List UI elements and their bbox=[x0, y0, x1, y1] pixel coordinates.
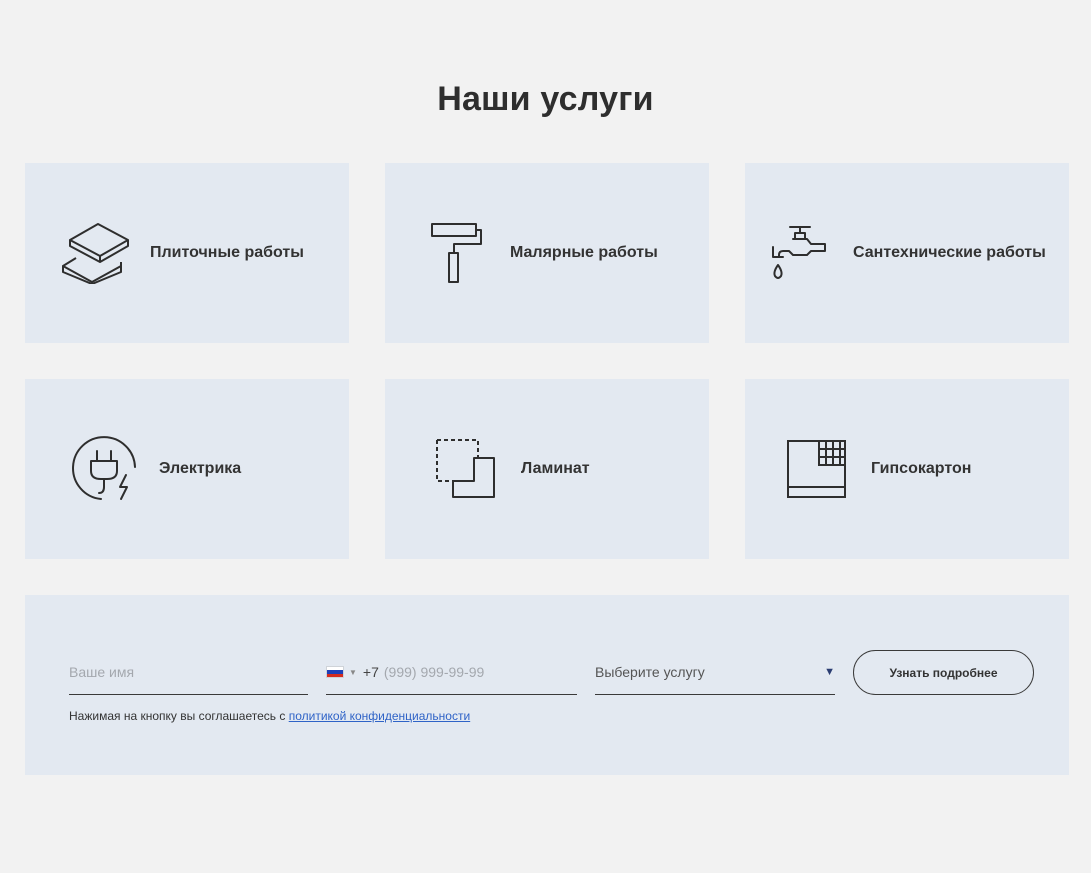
service-label: Малярные работы bbox=[510, 244, 658, 261]
tiles-icon bbox=[62, 223, 129, 284]
service-card-laminate[interactable]: Ламинат bbox=[385, 379, 709, 559]
service-card-plumbing[interactable]: Сантехнические работы bbox=[745, 163, 1069, 343]
phone-input[interactable] bbox=[383, 664, 577, 680]
service-card-electrical[interactable]: Электрика bbox=[25, 379, 349, 559]
consent-notice: Нажимая на кнопку вы соглашаетесь с поли… bbox=[69, 709, 470, 723]
service-label: Ламинат bbox=[521, 460, 590, 477]
service-card-tiles[interactable]: Плиточные работы bbox=[25, 163, 349, 343]
service-select-value: Выберите услугу bbox=[595, 664, 705, 680]
service-label: Плиточные работы bbox=[150, 244, 304, 261]
faucet-icon bbox=[772, 226, 826, 279]
submit-button[interactable]: Узнать подробнее bbox=[853, 650, 1034, 695]
service-card-painting[interactable]: Малярные работы bbox=[385, 163, 709, 343]
service-label: Электрика bbox=[159, 460, 242, 477]
drywall-icon bbox=[787, 440, 846, 498]
name-field-wrapper bbox=[69, 650, 308, 695]
country-dropdown-caret-icon[interactable]: ▼ bbox=[349, 668, 357, 677]
request-form: ▼ +7 Выберите услугу ▼ Узнать подробнее … bbox=[25, 595, 1069, 775]
service-select[interactable]: Выберите услугу ▼ bbox=[595, 650, 835, 695]
paint-roller-icon bbox=[431, 223, 482, 283]
russia-flag-icon[interactable] bbox=[326, 666, 344, 678]
electric-plug-icon bbox=[72, 436, 136, 500]
phone-field-wrapper: ▼ +7 bbox=[326, 650, 577, 695]
service-label: Сантехнические работы bbox=[853, 244, 1046, 261]
service-label: Гипсокартон bbox=[871, 460, 972, 477]
consent-text: Нажимая на кнопку вы соглашаетесь с bbox=[69, 709, 289, 723]
laminate-icon bbox=[436, 439, 495, 498]
page-title: Наши услуги bbox=[437, 80, 654, 118]
phone-country-code: +7 bbox=[362, 664, 379, 680]
name-input[interactable] bbox=[69, 664, 308, 680]
service-card-drywall[interactable]: Гипсокартон bbox=[745, 379, 1069, 559]
privacy-policy-link[interactable]: политикой конфиденциальности bbox=[289, 709, 470, 723]
chevron-down-icon: ▼ bbox=[824, 666, 835, 678]
